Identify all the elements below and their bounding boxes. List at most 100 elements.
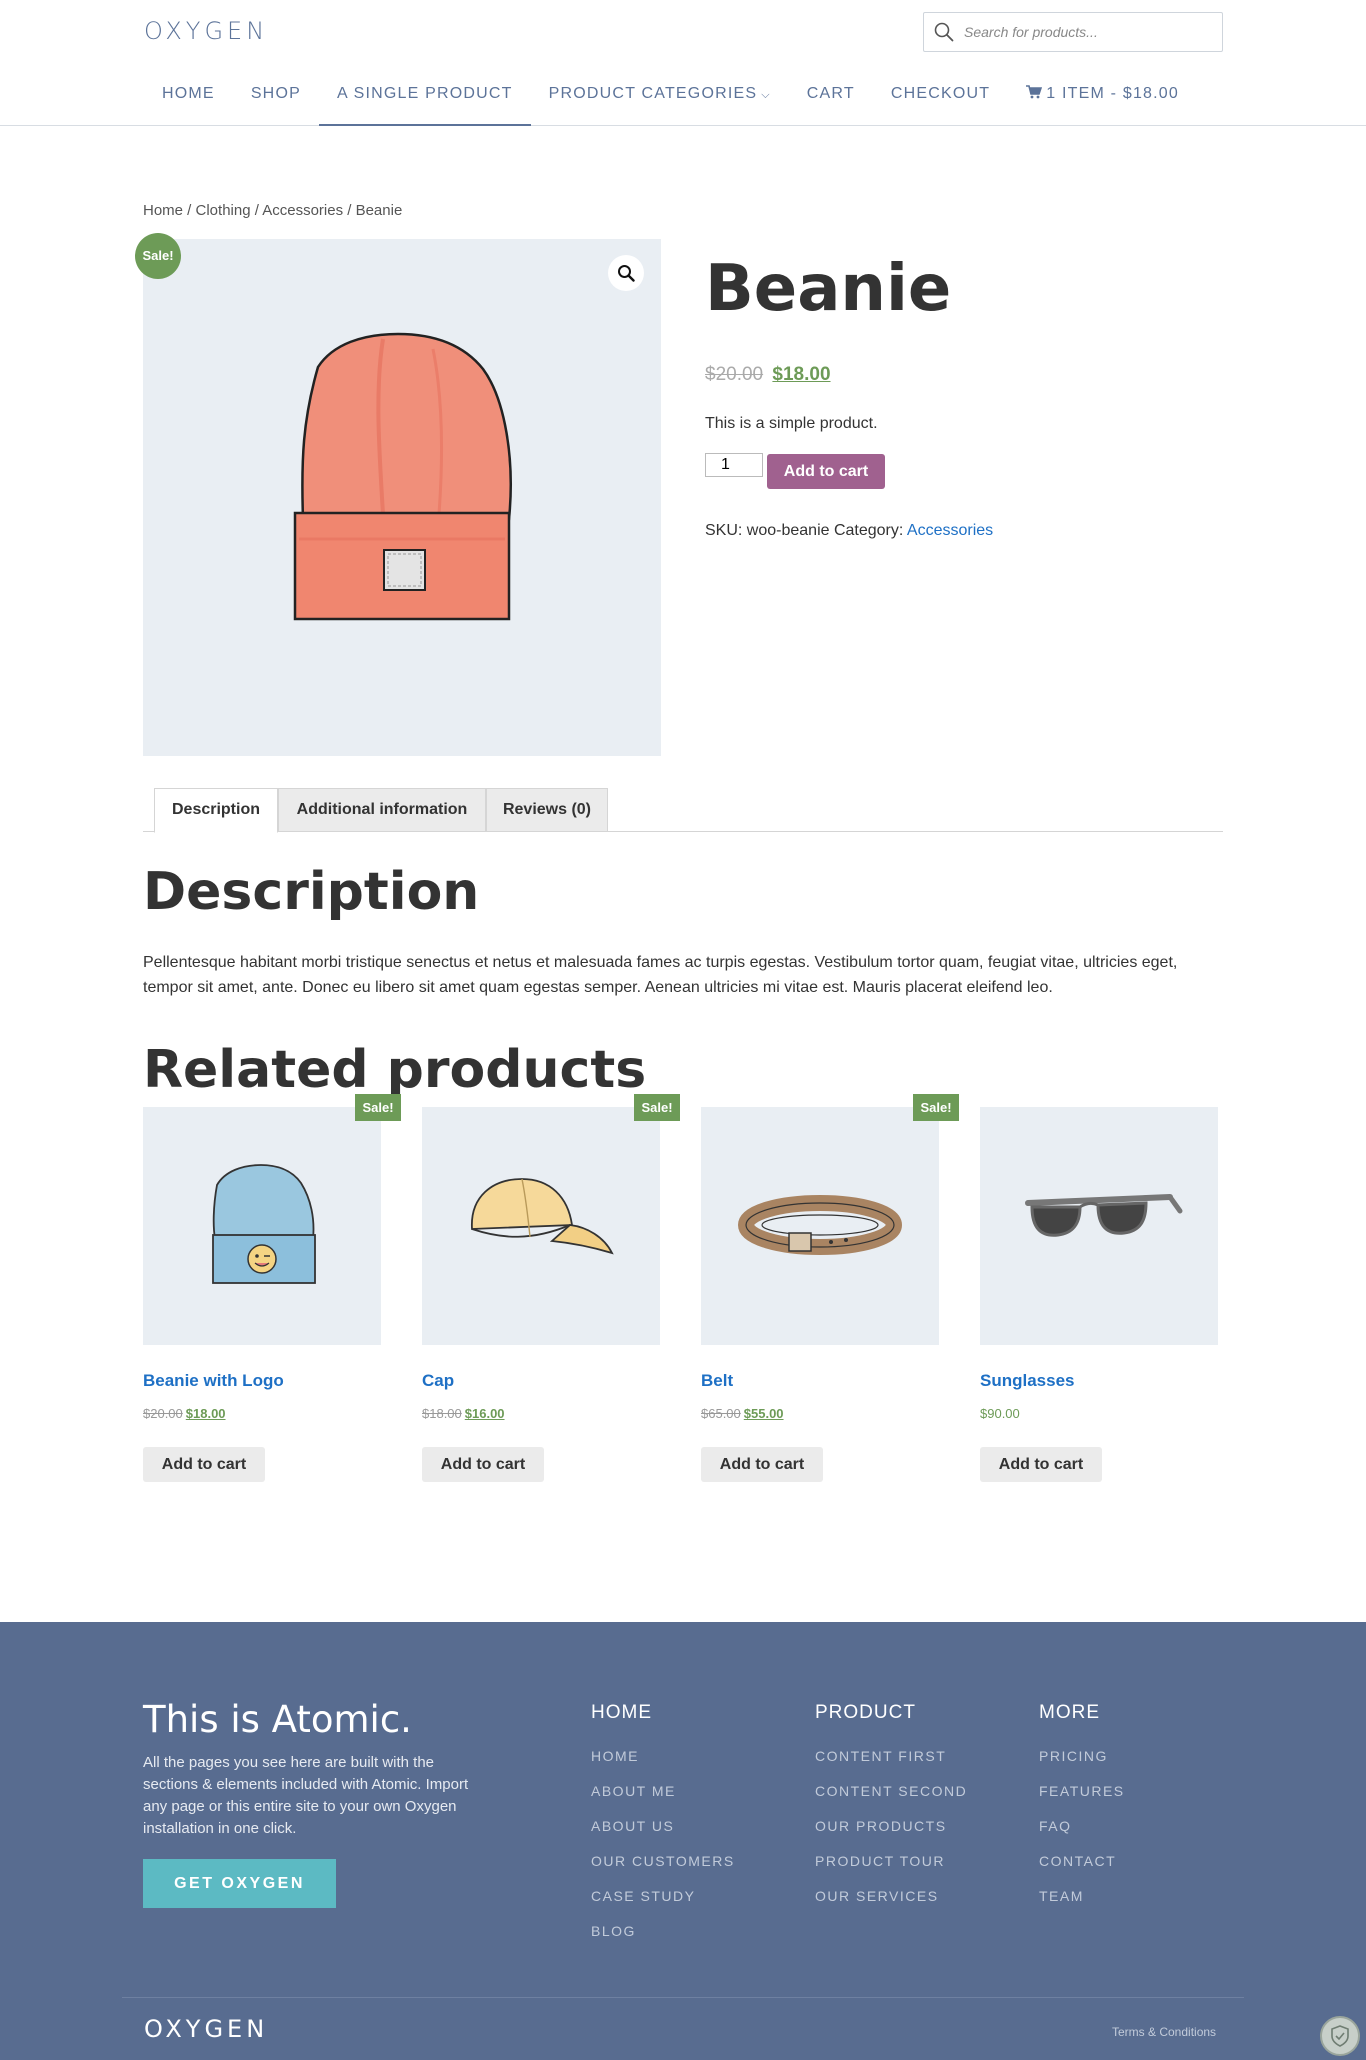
add-to-cart-button[interactable]: Add to cart <box>980 1447 1102 1482</box>
old-price: $20.00 <box>143 1406 183 1421</box>
old-price: $18.00 <box>422 1406 462 1421</box>
footer-link[interactable]: OUR SERVICES <box>815 1886 967 1921</box>
product-search[interactable] <box>923 12 1223 52</box>
product-name-link[interactable]: Beanie with Logo <box>143 1371 284 1391</box>
category-link[interactable]: Accessories <box>907 522 993 539</box>
sku-category-label: SKU: woo-beanie Category: <box>705 522 904 539</box>
nav-checkout[interactable]: CHECKOUT <box>873 76 1008 126</box>
nav-cart-summary[interactable]: 1 ITEM - $18.00 <box>1008 76 1197 126</box>
product-thumbnail[interactable] <box>701 1107 939 1345</box>
description-heading: Description <box>143 862 480 922</box>
belt-illustration <box>738 1195 902 1255</box>
add-to-cart-button[interactable]: Add to cart <box>422 1447 544 1482</box>
product-price: $65.00 $55.00 <box>701 1406 784 1421</box>
site-footer: This is Atomic. All the pages you see he… <box>0 1622 1366 2060</box>
footer-link[interactable]: CONTENT FIRST <box>815 1746 967 1781</box>
shield-icon[interactable] <box>1320 2016 1360 2056</box>
shopping-cart-icon <box>1026 85 1043 99</box>
beanie-with-logo-illustration <box>212 1164 316 1284</box>
nav-product-categories[interactable]: PRODUCT CATEGORIES ⌵ <box>531 76 789 126</box>
footer-column-product: PRODUCT CONTENT FIRST CONTENT SECOND OUR… <box>815 1702 967 1921</box>
breadcrumb[interactable]: Home / Clothing / Accessories / Beanie <box>143 202 402 219</box>
footer-link[interactable]: ABOUT US <box>591 1816 735 1851</box>
shield-glyph <box>1331 2025 1349 2047</box>
terms-link[interactable]: Terms & Conditions <box>1112 2025 1216 2039</box>
search-icon <box>934 22 954 42</box>
footer-link[interactable]: CONTACT <box>1039 1851 1125 1886</box>
zoom-button[interactable] <box>608 255 644 291</box>
tab-reviews[interactable]: Reviews (0) <box>486 788 608 832</box>
add-to-cart-button[interactable]: Add to cart <box>143 1447 265 1482</box>
footer-link[interactable]: OUR PRODUCTS <box>815 1816 967 1851</box>
search-input[interactable] <box>964 21 1214 43</box>
product-name-link[interactable]: Cap <box>422 1371 454 1391</box>
add-to-cart-button[interactable]: Add to cart <box>767 454 885 489</box>
product-image[interactable] <box>143 239 661 756</box>
footer-column-home: HOME HOME ABOUT ME ABOUT US OUR CUSTOMER… <box>591 1702 735 1956</box>
old-price: $20.00 <box>705 364 764 385</box>
footer-link[interactable]: FEATURES <box>1039 1781 1125 1816</box>
tab-additional-information[interactable]: Additional information <box>278 788 486 832</box>
footer-link[interactable]: HOME <box>591 1746 735 1781</box>
footer-column-heading: MORE <box>1039 1702 1100 1723</box>
product-title: Beanie <box>705 252 952 326</box>
product-name-link[interactable]: Sunglasses <box>980 1371 1075 1391</box>
product-price: $90.00 <box>980 1406 1020 1421</box>
product-thumbnail[interactable] <box>980 1107 1218 1345</box>
footer-link[interactable]: TEAM <box>1039 1886 1125 1921</box>
chevron-down-icon: ⌵ <box>761 89 771 101</box>
site-logo[interactable]: OXYGEN <box>144 17 268 45</box>
short-description: This is a simple product. <box>705 415 878 432</box>
sale-price: $18.00 <box>185 1406 226 1421</box>
sale-badge: Sale! <box>634 1094 680 1121</box>
sunglasses-illustration <box>1025 1194 1183 1237</box>
footer-link[interactable]: ABOUT ME <box>591 1781 735 1816</box>
site-header: OXYGEN HOME SHOP A SINGLE PRODUCT PRODUC… <box>0 0 1366 126</box>
footer-link[interactable]: PRICING <box>1039 1746 1125 1781</box>
product-thumbnail[interactable] <box>422 1107 660 1345</box>
product-price: $20.00 $18.00 <box>705 364 831 386</box>
footer-column-heading: PRODUCT <box>815 1702 916 1723</box>
footer-divider <box>122 1997 1244 1998</box>
footer-text: All the pages you see here are built wit… <box>143 1754 469 1837</box>
footer-title: This is Atomic. <box>143 1698 412 1741</box>
sale-price: $16.00 <box>464 1406 505 1421</box>
footer-link[interactable]: OUR CUSTOMERS <box>591 1851 735 1886</box>
product-name-link[interactable]: Belt <box>701 1371 733 1391</box>
product-meta: SKU: woo-beanie Category: Accessories <box>705 522 993 540</box>
footer-column-heading: HOME <box>591 1702 652 1723</box>
old-price: $65.00 <box>701 1406 741 1421</box>
description-text: Pellentesque habitant morbi tristique se… <box>143 954 1178 996</box>
footer-column-more: MORE PRICING FEATURES FAQ CONTACT TEAM <box>1039 1702 1125 1921</box>
footer-link[interactable]: PRODUCT TOUR <box>815 1851 967 1886</box>
related-products-heading: Related products <box>143 1040 647 1100</box>
quantity-input[interactable] <box>705 453 763 477</box>
tab-description[interactable]: Description <box>154 788 278 833</box>
beanie-illustration <box>293 332 512 621</box>
sale-price: $55.00 <box>743 1406 784 1421</box>
product-price: $18.00 $16.00 <box>422 1406 505 1421</box>
add-to-cart-button[interactable]: Add to cart <box>701 1447 823 1482</box>
nav-product-categories-label: PRODUCT CATEGORIES <box>548 85 758 102</box>
sale-price: $18.00 <box>772 364 831 385</box>
footer-link[interactable]: BLOG <box>591 1921 735 1956</box>
footer-link[interactable]: FAQ <box>1039 1816 1125 1851</box>
sale-badge: Sale! <box>913 1094 959 1121</box>
footer-link[interactable]: CONTENT SECOND <box>815 1781 967 1816</box>
regular-price: $90.00 <box>980 1406 1020 1421</box>
nav-single-product[interactable]: A SINGLE PRODUCT <box>318 76 531 126</box>
product-price: $20.00 $18.00 <box>143 1406 226 1421</box>
get-oxygen-button[interactable]: GET OXYGEN <box>143 1859 336 1908</box>
nav-cart[interactable]: CART <box>789 76 873 126</box>
footer-logo[interactable]: OXYGEN <box>144 2015 268 2043</box>
cap-illustration <box>471 1178 614 1255</box>
magnifier-icon <box>618 265 635 282</box>
nav-shop[interactable]: SHOP <box>233 76 319 126</box>
product-tabs: Description Additional information Revie… <box>143 788 1223 833</box>
footer-link[interactable]: CASE STUDY <box>591 1886 735 1921</box>
sale-badge: Sale! <box>355 1094 401 1121</box>
sale-badge: Sale! <box>135 233 181 279</box>
product-thumbnail[interactable] <box>143 1107 381 1345</box>
nav-home[interactable]: HOME <box>144 76 233 126</box>
main-nav: HOME SHOP A SINGLE PRODUCT PRODUCT CATEG… <box>144 76 1197 126</box>
